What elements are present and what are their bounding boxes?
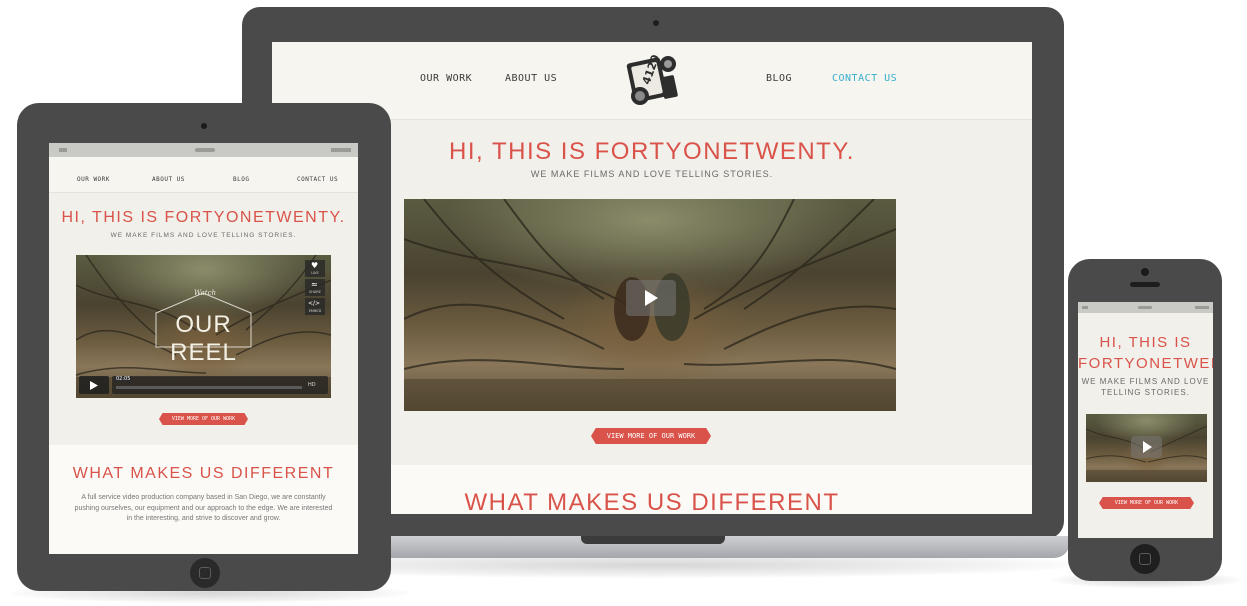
view-more-button[interactable]: VIEW MORE OF OUR WORK xyxy=(591,428,711,444)
battery-icon xyxy=(1195,306,1209,309)
phone-hero-subtitle-line1: WE MAKE FILMS AND LOVE xyxy=(1081,377,1210,386)
hero-video[interactable] xyxy=(404,199,896,411)
play-icon xyxy=(645,290,658,306)
nav-contact-us[interactable]: CONTACT US xyxy=(832,73,897,84)
video-control-bar: 02:05 HD xyxy=(112,376,328,394)
tablet-different-section: WHAT MAKES US DIFFERENT A full service v… xyxy=(49,445,358,554)
hd-toggle[interactable]: HD xyxy=(308,382,316,388)
video-play-button[interactable] xyxy=(626,280,676,316)
heart-icon: ♥ xyxy=(311,261,319,270)
tablet-nav-bar: OUR WORK ABOUT US BLOG CONTACT US xyxy=(49,157,358,193)
embed-button[interactable]: </> EMBED xyxy=(305,298,325,315)
share-button[interactable]: ≈ SHARE xyxy=(305,279,325,296)
tablet-play-button[interactable] xyxy=(79,376,109,394)
phone-view-more-button[interactable]: VIEW MORE OF OUR WORK xyxy=(1099,497,1194,509)
tablet-video-player[interactable]: Watch OUR REEL ♥ LIKE ≈ SHARE </> EMBED … xyxy=(76,255,331,398)
laptop-hinge-notch xyxy=(581,536,725,544)
laptop-nav-bar: OUR WORK ABOUT US BLOG CONTACT US 4120 xyxy=(272,42,1032,120)
tablet-camera xyxy=(201,123,207,129)
tablet-nav-contact-us[interactable]: CONTACT US xyxy=(297,176,338,183)
play-icon xyxy=(1142,441,1152,453)
home-square-icon xyxy=(199,567,211,579)
video-time: 02:05 xyxy=(114,376,133,382)
signal-icon xyxy=(1082,306,1088,309)
phone-hero-title-line1: HI, THIS IS xyxy=(1099,334,1192,351)
tablet-nav-our-work[interactable]: OUR WORK xyxy=(77,176,110,183)
tablet-view-more-button[interactable]: VIEW MORE OF OUR WORK xyxy=(159,413,248,425)
tablet-screen: OUR WORK ABOUT US BLOG CONTACT US HI, TH… xyxy=(49,143,358,554)
phone-camera xyxy=(1141,268,1149,276)
like-label: LIKE xyxy=(311,271,319,275)
phone-video[interactable] xyxy=(1086,414,1207,482)
watch-label: Watch xyxy=(194,289,217,297)
home-square-icon xyxy=(1139,553,1151,565)
phone-hero-title-line2: FORTYONETWENTY. xyxy=(1078,355,1213,372)
nav-our-work[interactable]: OUR WORK xyxy=(420,73,472,84)
clock-indicator xyxy=(195,148,215,152)
code-icon: </> xyxy=(308,300,321,307)
phone-screen: HI, THIS IS FORTYONETWENTY. WE MAKE FILM… xyxy=(1078,302,1213,538)
share-icon: ≈ xyxy=(311,280,318,289)
video-progress-bar[interactable] xyxy=(116,386,302,389)
play-icon xyxy=(90,381,98,390)
tablet-nav-blog[interactable]: BLOG xyxy=(233,176,249,183)
our-reel-label: OUR REEL xyxy=(170,311,237,366)
signal-icon xyxy=(59,148,67,152)
clock-indicator xyxy=(1138,306,1152,309)
share-label: SHARE xyxy=(309,290,321,294)
like-button[interactable]: ♥ LIKE xyxy=(305,260,325,277)
tablet-hero-title: HI, THIS IS FORTYONETWENTY. xyxy=(61,209,346,226)
tablet-section-body: A full service video production company … xyxy=(74,494,333,522)
nav-blog[interactable]: BLOG xyxy=(766,73,792,84)
phone-play-button[interactable] xyxy=(1131,436,1162,458)
battery-icon xyxy=(331,148,351,152)
embed-label: EMBED xyxy=(308,309,322,313)
tablet-nav-about-us[interactable]: ABOUT US xyxy=(152,176,185,183)
phone-status-bar xyxy=(1078,302,1213,313)
laptop-camera xyxy=(653,20,659,26)
phone-speaker xyxy=(1130,282,1160,287)
phone-hero-subtitle-line2: TELLING STORIES. xyxy=(1101,388,1190,397)
tablet-section-title: WHAT MAKES US DIFFERENT xyxy=(72,465,335,482)
nav-about-us[interactable]: ABOUT US xyxy=(505,73,557,84)
camera-logo[interactable]: 4120 xyxy=(622,46,680,112)
tablet-status-bar xyxy=(49,143,358,157)
tablet-hero-subtitle: WE MAKE FILMS AND LOVE TELLING STORIES. xyxy=(110,232,297,239)
